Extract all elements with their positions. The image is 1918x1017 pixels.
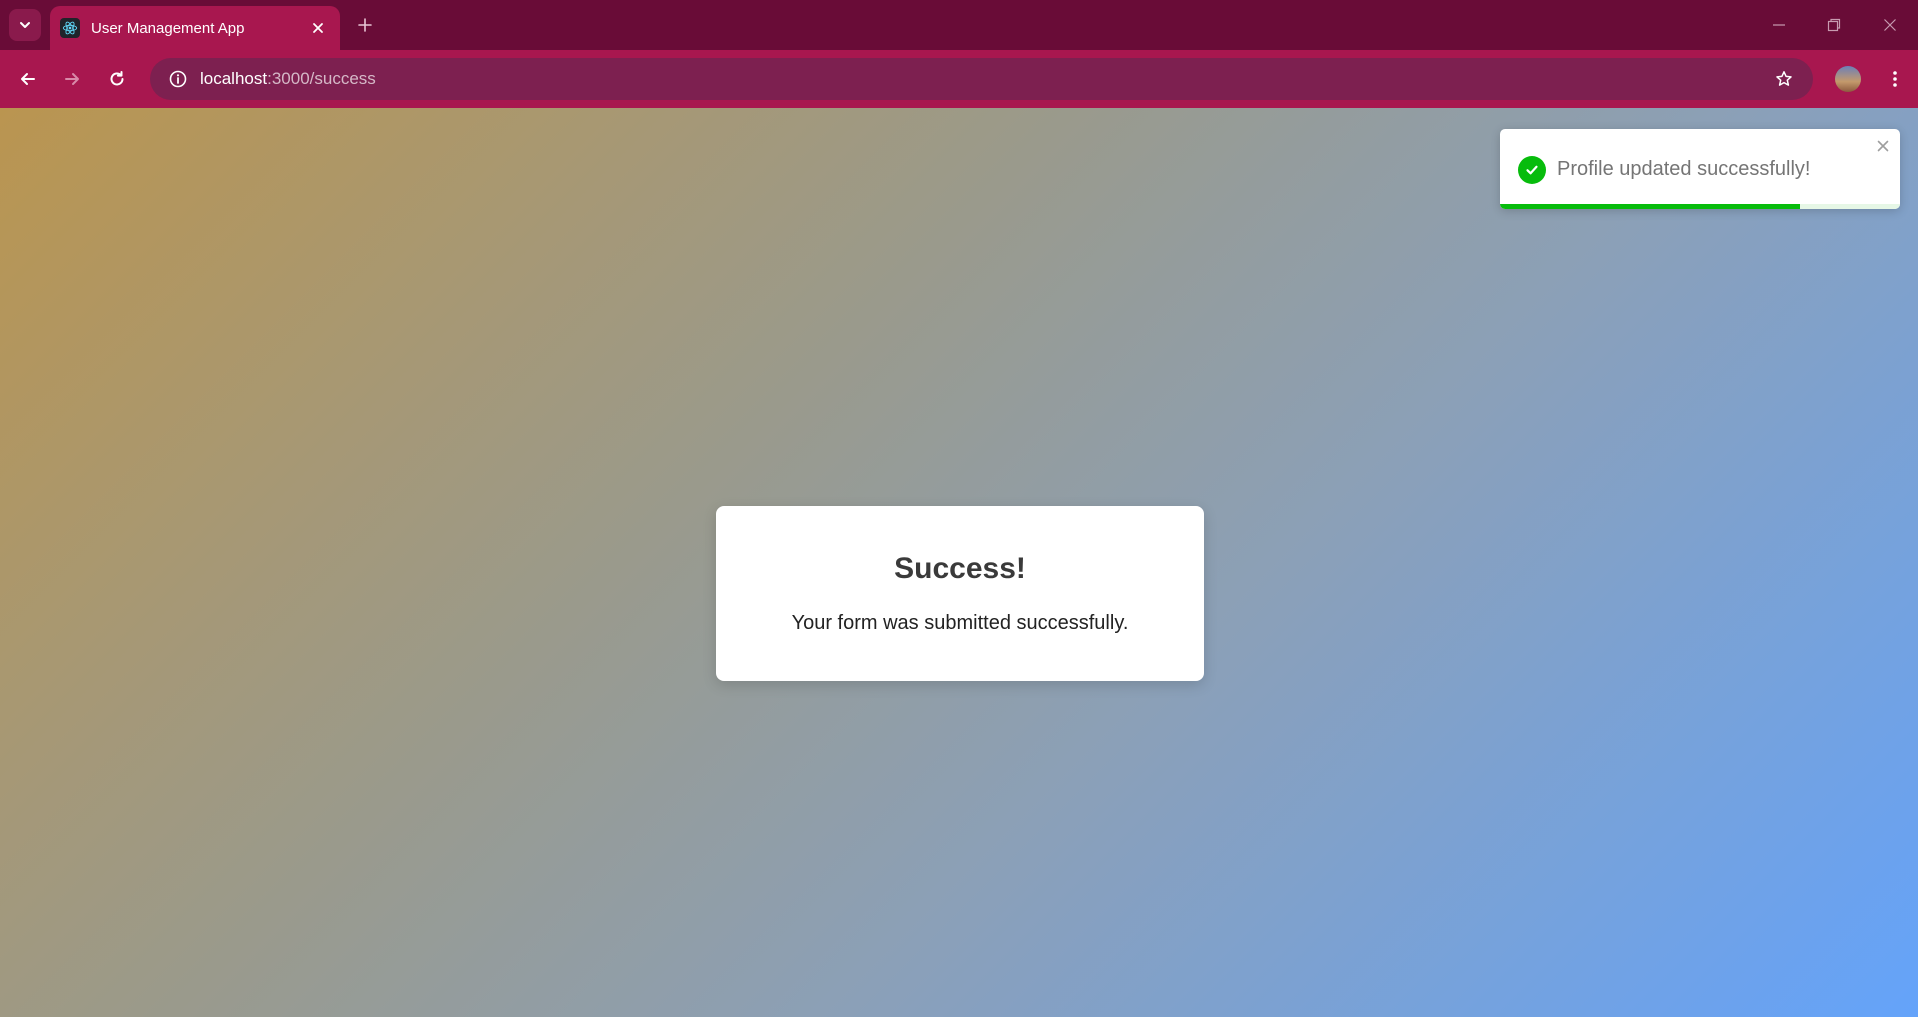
success-card: Success! Your form was submitted success…: [716, 506, 1204, 681]
toast-notification[interactable]: Profile updated successfully!: [1500, 129, 1900, 209]
more-vertical-icon: [1893, 71, 1897, 87]
star-icon: [1776, 71, 1792, 86]
reload-icon: [110, 71, 124, 86]
chevron-down-icon: [20, 22, 30, 28]
close-icon: [1884, 19, 1896, 31]
info-icon: [169, 70, 187, 88]
site-info-button[interactable]: [156, 58, 200, 100]
browser-toolbar: localhost:3000/success: [0, 50, 1918, 108]
close-window-button[interactable]: [1872, 10, 1908, 40]
url-path: :3000/success: [267, 69, 376, 88]
minimize-button[interactable]: [1761, 10, 1797, 40]
page-viewport: Success! Your form was submitted success…: [0, 108, 1918, 1017]
check-circle-icon: [1518, 156, 1546, 184]
reload-button[interactable]: [101, 63, 133, 95]
browser-menu-button[interactable]: [1880, 63, 1910, 95]
bookmark-button[interactable]: [1771, 66, 1797, 92]
arrow-left-icon: [21, 73, 35, 85]
active-tab[interactable]: User Management App: [50, 6, 340, 50]
restore-button[interactable]: [1816, 10, 1852, 40]
minimize-icon: [1773, 24, 1785, 26]
toast-close-button[interactable]: [1874, 137, 1892, 155]
tab-title: User Management App: [91, 19, 245, 37]
tab-strip: User Management App: [0, 0, 1918, 50]
plus-icon: [358, 18, 372, 32]
toast-progress-bar: [1500, 204, 1800, 209]
close-icon: [1877, 140, 1889, 152]
forward-button[interactable]: [56, 63, 88, 95]
url-host: localhost: [200, 69, 268, 88]
back-button[interactable]: [12, 63, 44, 95]
tab-close-button[interactable]: [308, 18, 328, 38]
arrow-right-icon: [65, 73, 79, 85]
address-bar[interactable]: localhost:3000/success: [150, 58, 1813, 100]
restore-icon: [1827, 18, 1841, 32]
url-text: localhost:3000/success: [200, 69, 376, 89]
new-tab-button[interactable]: [352, 12, 378, 38]
success-title: Success!: [894, 552, 1026, 585]
profile-avatar[interactable]: [1835, 66, 1861, 92]
tab-search-button[interactable]: [9, 9, 41, 41]
toast-message: Profile updated successfully!: [1557, 158, 1811, 180]
close-icon: [313, 23, 323, 33]
success-message: Your form was submitted successfully.: [791, 612, 1129, 634]
react-icon: [60, 18, 80, 38]
